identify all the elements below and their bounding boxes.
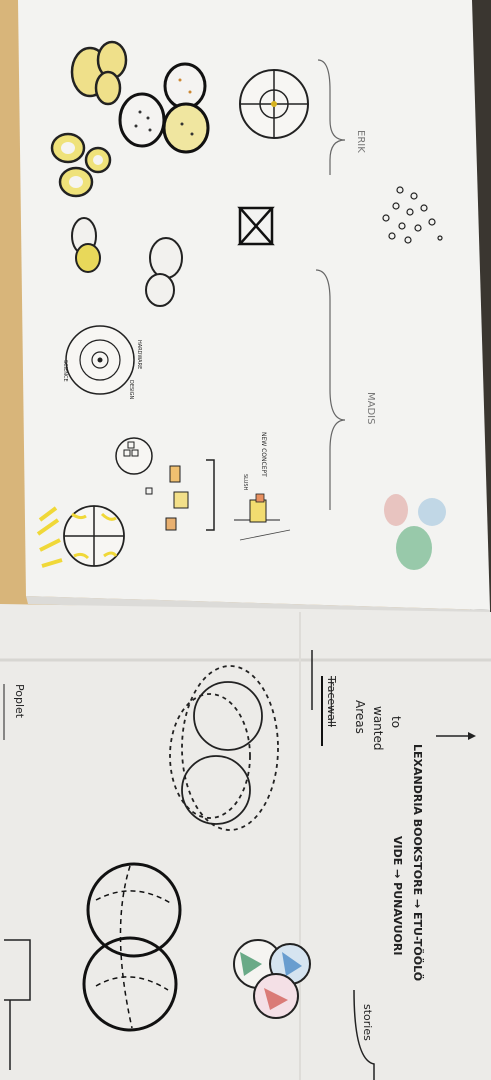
note-wanted: wanted <box>371 706 385 750</box>
route-etu-toolo: LEXANDRIA BOOKSTORE → ETU-TÖÖLÖ <box>411 744 425 981</box>
slush-label: SLUSH <box>242 474 248 491</box>
note-to: to <box>389 716 403 728</box>
stories-label: stories <box>361 1004 374 1041</box>
hardware-label: HARDWARE <box>136 340 142 369</box>
route-punavuori: VIDE → PUNAVUORI <box>391 836 404 955</box>
poplet-label: Poplet <box>13 684 26 719</box>
small-square-circle <box>115 437 153 475</box>
sketch-photo: ERIK MADIS SCIENCE HARDWARE DESIGN SLUSH… <box>0 0 491 1080</box>
erik-label: ERIK <box>355 130 366 153</box>
madis-label: MADIS <box>365 392 376 424</box>
new-concept-label: NEW CONCEPT <box>260 432 267 477</box>
science-label: SCIENCE <box>62 360 68 382</box>
design-label: DESIGN <box>128 380 134 400</box>
crossed-note: Tracewall <box>325 675 338 727</box>
segmented-circle-diagram <box>239 69 309 139</box>
note-areas: Areas <box>353 700 367 734</box>
science-hardware-design-circle <box>65 325 135 395</box>
photo-scene: ERIK MADIS SCIENCE HARDWARE DESIGN SLUSH… <box>0 0 491 1080</box>
yellow-quadrant-circle <box>63 505 125 567</box>
